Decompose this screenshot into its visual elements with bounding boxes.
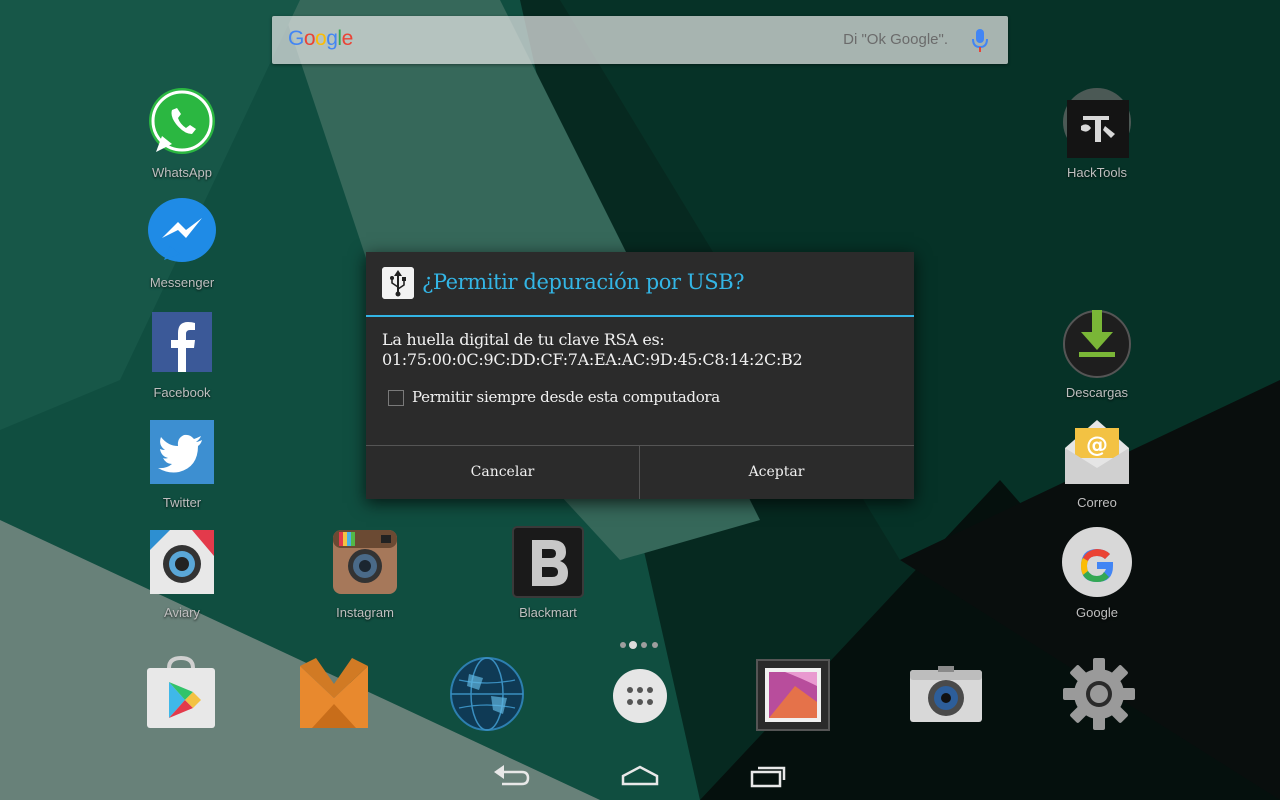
app-aviary[interactable]: Aviary bbox=[127, 526, 237, 620]
app-twitter[interactable]: Twitter bbox=[127, 416, 237, 510]
app-blackmart[interactable]: Blackmart bbox=[493, 526, 603, 620]
app-instagram[interactable]: Instagram bbox=[310, 526, 420, 620]
google-logo-letter: e bbox=[341, 27, 354, 50]
cancel-button[interactable]: Cancelar bbox=[366, 446, 639, 499]
app-whatsapp[interactable]: WhatsApp bbox=[127, 86, 237, 180]
app-label: Descargas bbox=[1065, 385, 1129, 400]
aviary-icon bbox=[150, 530, 214, 594]
messenger-icon bbox=[148, 198, 216, 262]
always-allow-checkbox[interactable] bbox=[388, 390, 404, 406]
facebook-icon bbox=[152, 312, 212, 372]
microphone-icon[interactable] bbox=[970, 28, 990, 54]
email-icon: @ bbox=[1065, 420, 1129, 484]
page-dot-active bbox=[629, 641, 637, 649]
app-label: Aviary bbox=[164, 605, 200, 620]
app-label: Messenger bbox=[149, 275, 215, 290]
whatsapp-icon bbox=[149, 88, 215, 154]
dialog-message: La huella digital de tu clave RSA es: 01… bbox=[382, 330, 803, 370]
page-dot bbox=[641, 642, 647, 648]
camera-icon[interactable] bbox=[908, 656, 984, 732]
navigation-bar bbox=[0, 752, 1280, 800]
usb-debugging-dialog: ¿Permitir depuración por USB? La huella … bbox=[366, 252, 914, 499]
dialog-title: ¿Permitir depuración por USB? bbox=[422, 270, 745, 294]
app-label: Correo bbox=[1077, 495, 1117, 510]
app-label: Instagram bbox=[336, 605, 394, 620]
app-correo[interactable]: @ Correo bbox=[1042, 416, 1152, 510]
google-logo-letter: g bbox=[326, 27, 338, 50]
aptoide-icon[interactable] bbox=[296, 656, 372, 732]
dialog-header: ¿Permitir depuración por USB? bbox=[366, 252, 914, 315]
app-facebook[interactable]: Facebook bbox=[127, 306, 237, 400]
hacktools-icon bbox=[1063, 88, 1131, 162]
app-label: HackTools bbox=[1067, 165, 1127, 180]
google-logo-letter: o bbox=[303, 27, 316, 50]
rsa-fingerprint: 01:75:00:0C:9C:DD:CF:7A:EA:AC:9D:45:C8:1… bbox=[382, 350, 803, 369]
app-label: Facebook bbox=[153, 385, 211, 400]
app-google[interactable]: Google bbox=[1042, 526, 1152, 620]
rsa-label: La huella digital de tu clave RSA es: bbox=[382, 330, 665, 349]
usb-icon bbox=[382, 267, 414, 299]
back-icon[interactable] bbox=[492, 762, 532, 790]
settings-icon[interactable] bbox=[1061, 656, 1137, 732]
page-indicator bbox=[618, 640, 662, 650]
app-descargas[interactable]: Descargas bbox=[1042, 306, 1152, 400]
always-allow-label[interactable]: Permitir siempre desde esta computadora bbox=[412, 388, 720, 406]
globe-icon[interactable] bbox=[449, 656, 525, 732]
gallery-icon[interactable] bbox=[755, 656, 831, 732]
app-label: Blackmart bbox=[519, 605, 577, 620]
instagram-icon bbox=[333, 530, 397, 594]
page-dot bbox=[652, 642, 658, 648]
blackmart-icon bbox=[512, 526, 584, 598]
accept-button[interactable]: Aceptar bbox=[640, 446, 913, 499]
google-logo-letter: o bbox=[315, 27, 327, 50]
app-drawer-icon[interactable] bbox=[602, 658, 678, 734]
search-hint: Di "Ok Google". bbox=[843, 31, 948, 48]
app-label: Twitter bbox=[162, 495, 202, 510]
svg-text:@: @ bbox=[1086, 433, 1108, 458]
recents-icon[interactable] bbox=[748, 762, 788, 790]
dialog-title-divider bbox=[366, 315, 914, 317]
downloads-icon bbox=[1063, 310, 1131, 378]
google-search-bar[interactable]: Google Di "Ok Google". bbox=[272, 16, 1008, 64]
app-hacktools[interactable]: HackTools bbox=[1042, 86, 1152, 180]
app-messenger[interactable]: Messenger bbox=[127, 196, 237, 290]
google-logo-letter: G bbox=[288, 27, 304, 50]
page-dot bbox=[620, 642, 626, 648]
google-logo: Google bbox=[288, 27, 353, 51]
home-icon[interactable] bbox=[620, 762, 660, 790]
app-label: WhatsApp bbox=[152, 165, 212, 180]
twitter-icon bbox=[150, 420, 214, 484]
play-store-icon[interactable] bbox=[143, 656, 219, 732]
google-g-icon bbox=[1062, 527, 1132, 597]
app-label: Google bbox=[1076, 605, 1118, 620]
